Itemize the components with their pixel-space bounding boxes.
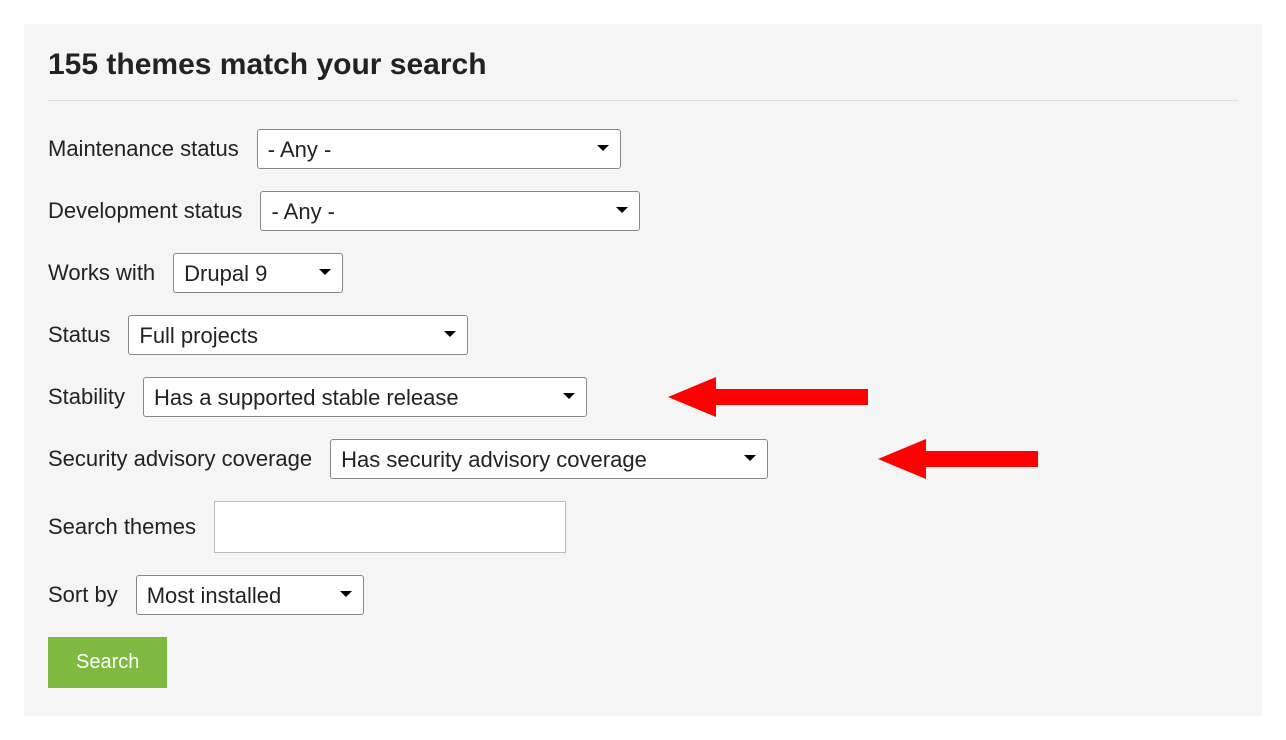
security-select[interactable]: Has security advisory coverage bbox=[330, 439, 768, 479]
search-filter-panel: 155 themes match your search Maintenance… bbox=[24, 24, 1262, 716]
search-button[interactable]: Search bbox=[48, 637, 167, 688]
sort-by-select[interactable]: Most installed bbox=[136, 575, 364, 615]
status-label: Status bbox=[48, 322, 110, 348]
search-themes-input[interactable] bbox=[214, 501, 566, 553]
development-status-row: Development status - Any - bbox=[48, 191, 1238, 231]
sort-by-row: Sort by Most installed bbox=[48, 575, 1238, 615]
maintenance-status-label: Maintenance status bbox=[48, 136, 239, 162]
stability-select[interactable]: Has a supported stable release bbox=[143, 377, 587, 417]
development-status-select[interactable]: - Any - bbox=[260, 191, 640, 231]
maintenance-status-row: Maintenance status - Any - bbox=[48, 129, 1238, 169]
works-with-label: Works with bbox=[48, 260, 155, 286]
sort-by-label: Sort by bbox=[48, 582, 118, 608]
security-label: Security advisory coverage bbox=[48, 446, 312, 472]
stability-row: Stability Has a supported stable release bbox=[48, 377, 1238, 417]
status-select[interactable]: Full projects bbox=[128, 315, 468, 355]
search-themes-label: Search themes bbox=[48, 514, 196, 540]
results-count-heading: 155 themes match your search bbox=[48, 48, 1238, 101]
works-with-row: Works with Drupal 9 bbox=[48, 253, 1238, 293]
security-row: Security advisory coverage Has security … bbox=[48, 439, 1238, 479]
stability-label: Stability bbox=[48, 384, 125, 410]
arrow-annotation-icon bbox=[668, 371, 878, 423]
arrow-annotation-icon bbox=[878, 433, 1048, 485]
status-row: Status Full projects bbox=[48, 315, 1238, 355]
works-with-select[interactable]: Drupal 9 bbox=[173, 253, 343, 293]
maintenance-status-select[interactable]: - Any - bbox=[257, 129, 621, 169]
development-status-label: Development status bbox=[48, 198, 242, 224]
search-themes-row: Search themes bbox=[48, 501, 1238, 553]
